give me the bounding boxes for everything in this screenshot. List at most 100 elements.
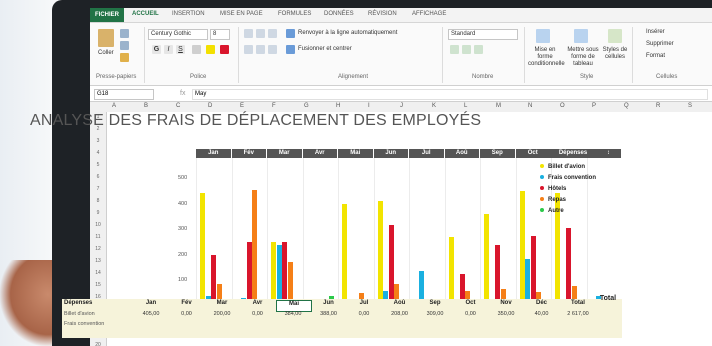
conditional-format-icon[interactable] [536,29,550,43]
column-header[interactable]: D [208,103,212,109]
formula-input[interactable]: May [192,89,708,100]
fx-icon[interactable]: fx [180,90,185,97]
row-header[interactable]: 11 [90,234,106,240]
row-header[interactable]: 10 [90,222,106,228]
align-bottom-icon[interactable] [268,29,277,38]
tab-formulas[interactable]: FORMULES [278,11,311,17]
tab-review[interactable]: RÉVISION [368,11,397,17]
column-header[interactable]: K [432,103,436,109]
column-header[interactable]: O [560,103,565,109]
comma-style-icon[interactable] [474,45,483,54]
column-header[interactable]: L [464,103,467,109]
row-header[interactable]: 3 [90,138,106,144]
row-header[interactable]: 4 [90,150,106,156]
insert-button[interactable]: Insérer [646,29,665,35]
conditional-format-button[interactable]: Mise en forme conditionnelle [528,47,565,68]
table-header-month[interactable]: Jul [347,300,381,310]
total-cell[interactable]: 2 617,00 [562,311,594,317]
table-cell[interactable]: 0,00 [454,311,488,317]
row-header[interactable]: 13 [90,258,106,264]
table-cell[interactable]: 0,00 [170,311,204,317]
table-header-month[interactable]: Déc [525,300,559,310]
table-cell[interactable]: 309,00 [418,311,452,317]
row-header[interactable]: 20 [90,342,106,346]
column-header[interactable]: B [144,103,148,109]
column-header[interactable]: G [304,103,309,109]
font-color-icon[interactable] [220,45,229,54]
table-cell[interactable]: 388,00 [312,311,346,317]
format-button[interactable]: Format [646,53,665,59]
table-cell[interactable]: 40,00 [525,311,559,317]
table-header-month[interactable]: Jan [134,300,168,310]
tab-view[interactable]: AFFICHAGE [412,11,446,17]
column-header[interactable]: N [528,103,532,109]
cut-icon[interactable] [120,29,129,38]
percent-icon[interactable] [462,45,471,54]
align-top-icon[interactable] [244,29,253,38]
table-header-month[interactable]: Fév [170,300,204,310]
row-header[interactable]: 9 [90,210,106,216]
table-header-month[interactable]: Avr [241,300,275,310]
row-header[interactable]: 14 [90,270,106,276]
table-header-month[interactable]: Oct [454,300,488,310]
column-header[interactable]: M [496,103,501,109]
column-header[interactable]: J [400,103,403,109]
table-cell[interactable]: 208,00 [383,311,417,317]
row-header[interactable]: 8 [90,198,106,204]
merge-center-button[interactable]: Fusionner et centrer [298,46,352,52]
column-header[interactable]: Q [624,103,629,109]
table-cell[interactable]: 350,00 [489,311,523,317]
name-box[interactable]: G18 [94,89,154,100]
format-table-button[interactable]: Mettre sous forme de tableau [566,47,600,68]
table-header-month[interactable]: Sep [418,300,452,310]
table-header-month[interactable]: Nov [489,300,523,310]
font-name-select[interactable]: Century Gothic [148,29,208,40]
table-cell[interactable]: 0,00 [347,311,381,317]
align-center-icon[interactable] [256,45,265,54]
fill-color-icon[interactable] [206,45,215,54]
table-header-month[interactable]: Mar [205,300,239,310]
format-table-icon[interactable] [574,29,588,43]
table-cell[interactable]: 384,00 [276,311,310,317]
cell-styles-icon[interactable] [608,29,622,43]
table-header-month[interactable]: Jun [312,300,346,310]
column-header[interactable]: H [336,103,340,109]
column-header[interactable]: R [656,103,660,109]
column-header[interactable]: S [688,103,692,109]
column-header[interactable]: I [368,103,370,109]
wrap-text-icon[interactable] [286,29,295,38]
copy-icon[interactable] [120,41,129,50]
merge-center-icon[interactable] [286,45,295,54]
tab-insert[interactable]: INSERTION [172,11,205,17]
cell-styles-button[interactable]: Styles de cellules [602,47,628,61]
table-cell[interactable]: 405,00 [134,311,168,317]
font-size-select[interactable]: 8 [210,29,230,40]
table-cell[interactable]: 200,00 [205,311,239,317]
align-left-icon[interactable] [244,45,253,54]
format-painter-icon[interactable] [120,53,129,62]
currency-icon[interactable] [450,45,459,54]
column-header[interactable]: F [272,103,276,109]
tab-file[interactable]: FICHIER [90,8,124,22]
delete-button[interactable]: Supprimer [646,41,674,47]
tab-data[interactable]: DONNÉES [324,11,354,17]
column-header[interactable]: P [592,103,596,109]
row-header[interactable]: 15 [90,282,106,288]
tab-home[interactable]: ACCUEIL [132,11,159,17]
row-header[interactable]: 12 [90,246,106,252]
paste-icon[interactable] [98,29,114,47]
column-header[interactable]: E [240,103,244,109]
wrap-text-button[interactable]: Renvoyer à la ligne automatiquement [298,30,397,36]
align-middle-icon[interactable] [256,29,265,38]
paste-button[interactable]: Coller [98,50,114,56]
underline-icon[interactable]: S [176,45,185,54]
column-header[interactable]: A [112,103,116,109]
align-right-icon[interactable] [268,45,277,54]
table-header-month[interactable]: Aoû [383,300,417,310]
row-header[interactable]: 7 [90,186,106,192]
row-header[interactable]: 5 [90,162,106,168]
table-cell[interactable]: 0,00 [241,311,275,317]
borders-icon[interactable] [192,45,201,54]
tab-page-layout[interactable]: MISE EN PAGE [220,11,263,17]
number-format-select[interactable]: Standard [448,29,518,40]
